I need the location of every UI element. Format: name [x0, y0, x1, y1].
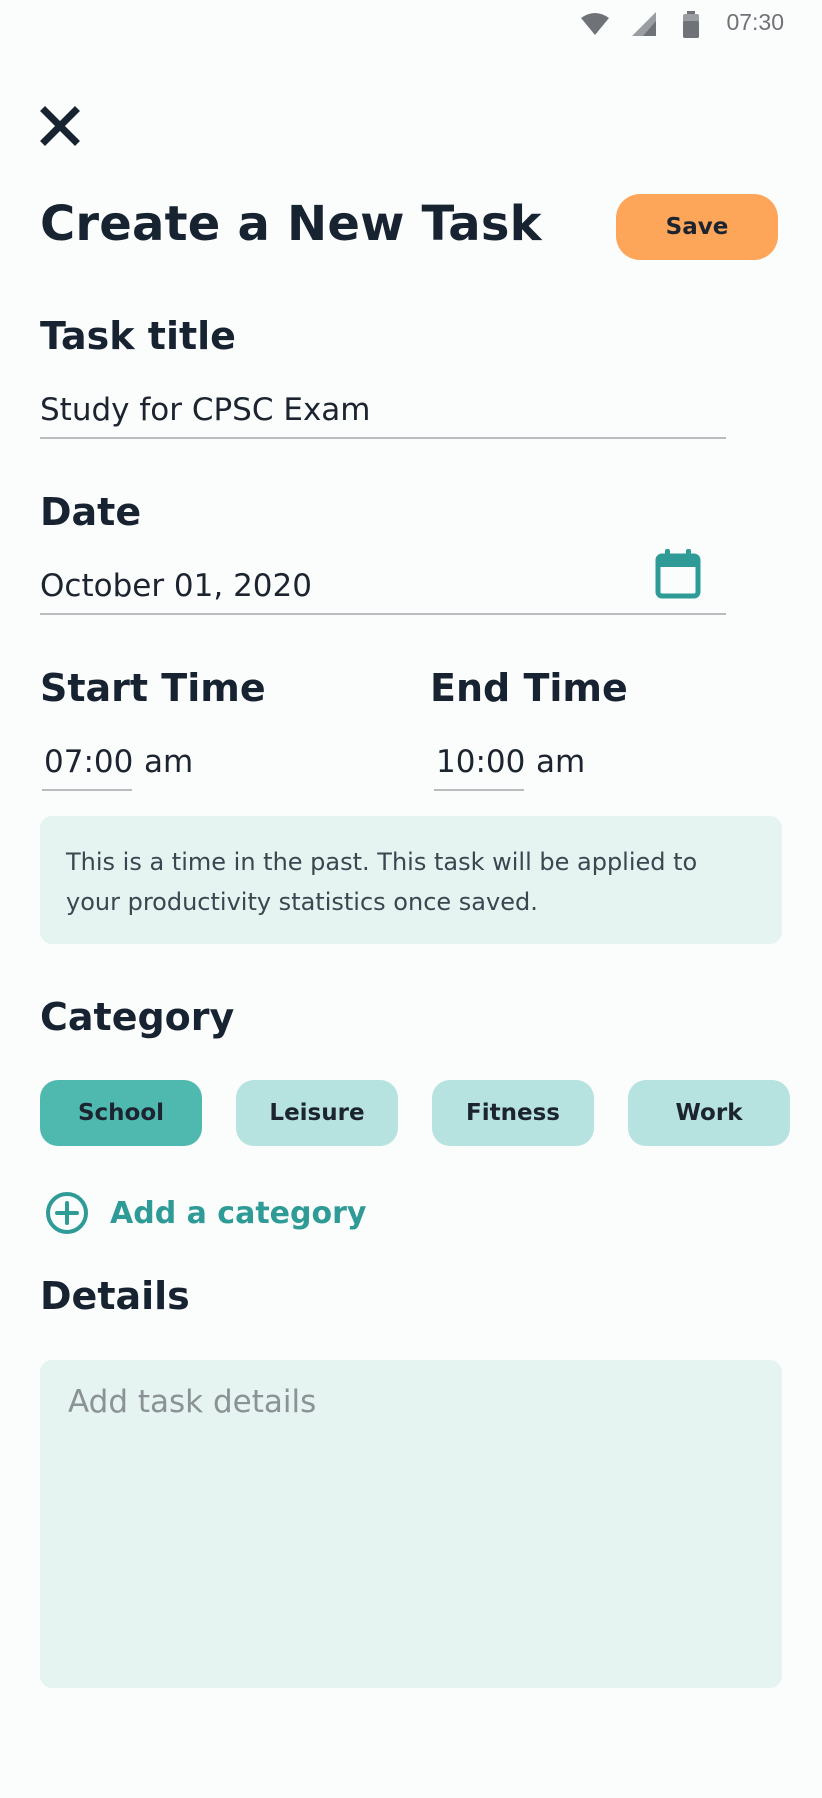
task-title-label: Task title: [40, 314, 236, 358]
task-title-underline: [40, 437, 726, 439]
end-time-period[interactable]: am: [536, 744, 585, 780]
start-time-input[interactable]: 07:00: [44, 744, 133, 780]
category-work-button[interactable]: Work: [628, 1080, 790, 1146]
details-textarea[interactable]: [40, 1360, 782, 1688]
start-time-label: Start Time: [40, 666, 266, 710]
status-bar: 07:30: [0, 0, 822, 50]
past-time-notice: This is a time in the past. This task wi…: [40, 816, 782, 944]
category-leisure-button[interactable]: Leisure: [236, 1080, 398, 1146]
end-time-underline: [434, 789, 524, 791]
save-button[interactable]: Save: [616, 194, 778, 260]
end-time-input[interactable]: 10:00: [436, 744, 525, 780]
calendar-icon[interactable]: [654, 548, 702, 600]
add-category-button[interactable]: Add a category: [44, 1188, 366, 1238]
end-time-label: End Time: [430, 666, 628, 710]
close-button[interactable]: [38, 104, 82, 148]
category-school-button[interactable]: School: [40, 1080, 202, 1146]
start-time-underline: [42, 789, 132, 791]
add-category-label: Add a category: [110, 1195, 367, 1231]
close-icon: [40, 106, 80, 146]
category-fitness-button[interactable]: Fitness: [432, 1080, 594, 1146]
status-time: 07:30: [726, 9, 784, 35]
signal-icon: [632, 12, 656, 36]
date-underline: [40, 613, 726, 615]
start-time-period[interactable]: am: [144, 744, 193, 780]
battery-icon: [683, 11, 699, 38]
page-title: Create a New Task: [40, 196, 542, 252]
details-label: Details: [40, 1274, 190, 1318]
plus-circle-icon: [46, 1192, 88, 1234]
category-label: Category: [40, 995, 235, 1039]
wifi-icon: [581, 13, 609, 35]
date-field[interactable]: October 01, 2020: [40, 568, 312, 604]
task-title-input[interactable]: Study for CPSC Exam: [40, 392, 370, 428]
date-label: Date: [40, 490, 142, 534]
